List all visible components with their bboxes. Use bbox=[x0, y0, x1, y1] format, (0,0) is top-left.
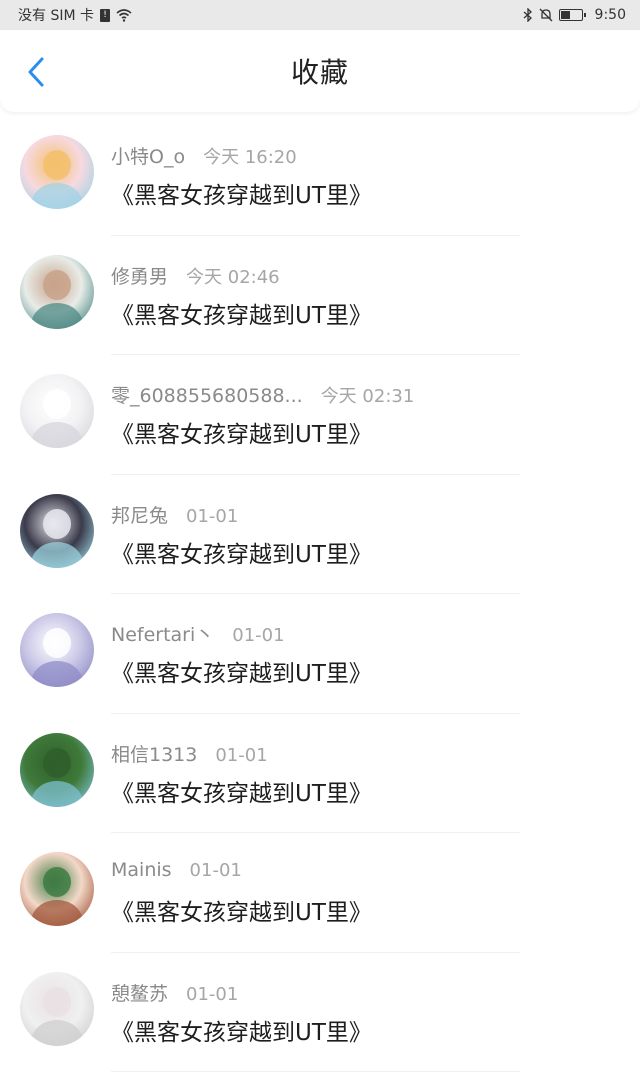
status-bar: 没有 SIM 卡 ! 9:50 bbox=[0, 0, 640, 30]
avatar[interactable] bbox=[20, 135, 94, 209]
username[interactable]: 憩鳌苏 bbox=[111, 979, 168, 1006]
list-item[interactable]: 邦尼兔 01-01 《黑客女孩穿越到UT里》 bbox=[0, 475, 640, 595]
list-item[interactable]: 零_608855680588... 今天 02:31 《黑客女孩穿越到UT里》 bbox=[0, 355, 640, 475]
list-item[interactable]: 相信1313 01-01 《黑客女孩穿越到UT里》 bbox=[0, 714, 640, 834]
username[interactable]: Mainis bbox=[111, 859, 172, 881]
avatar[interactable] bbox=[20, 852, 94, 926]
avatar[interactable] bbox=[20, 255, 94, 329]
list-item[interactable]: Nefertari丶 01-01 《黑客女孩穿越到UT里》 bbox=[0, 594, 640, 714]
timestamp: 01-01 bbox=[190, 860, 242, 881]
avatar[interactable] bbox=[20, 374, 94, 448]
avatar[interactable] bbox=[20, 733, 94, 807]
item-meta: 相信1313 01-01 bbox=[111, 740, 268, 767]
chevron-left-icon bbox=[26, 56, 46, 88]
timestamp: 今天 02:31 bbox=[321, 382, 415, 408]
status-bar-left: 没有 SIM 卡 ! bbox=[18, 5, 132, 25]
username[interactable]: 邦尼兔 bbox=[111, 501, 168, 528]
username[interactable]: 零_608855680588... bbox=[111, 381, 303, 408]
timestamp: 今天 02:46 bbox=[186, 263, 280, 289]
mute-icon bbox=[539, 8, 553, 22]
favorite-title[interactable]: 《黑客女孩穿越到UT里》 bbox=[111, 415, 372, 449]
list-item[interactable]: 憩鳌苏 01-01 《黑客女孩穿越到UT里》 bbox=[0, 953, 640, 1072]
favorite-title[interactable]: 《黑客女孩穿越到UT里》 bbox=[111, 774, 372, 808]
favorite-title[interactable]: 《黑客女孩穿越到UT里》 bbox=[111, 1013, 372, 1047]
favorite-title[interactable]: 《黑客女孩穿越到UT里》 bbox=[111, 176, 372, 210]
favorites-list: 小特O_o今天 16:20《黑客女孩穿越到UT里》修勇男今天 02:46《黑客女… bbox=[0, 116, 640, 1072]
list-item[interactable]: Mainis 01-01 《黑客女孩穿越到UT里》 bbox=[0, 833, 640, 953]
item-meta: Nefertari丶 01-01 bbox=[111, 620, 285, 647]
item-meta: 小特O_o 今天 16:20 bbox=[111, 142, 297, 169]
username[interactable]: 修勇男 bbox=[111, 262, 168, 289]
sim-alert-icon: ! bbox=[100, 9, 110, 22]
item-meta: 修勇男今天 02:46 bbox=[111, 262, 280, 289]
avatar[interactable] bbox=[20, 613, 94, 687]
clock: 9:50 bbox=[595, 7, 626, 23]
page-title: 收藏 bbox=[291, 51, 349, 91]
username[interactable]: 小特O_o bbox=[111, 142, 185, 169]
item-meta: 零_608855680588... 今天 02:31 bbox=[111, 381, 414, 408]
back-button[interactable] bbox=[16, 52, 56, 92]
nav-header: 收藏 bbox=[0, 30, 640, 112]
username[interactable]: 相信1313 bbox=[111, 740, 197, 767]
bluetooth-icon bbox=[523, 8, 533, 22]
item-meta: 憩鳌苏 01-01 bbox=[111, 979, 238, 1006]
avatar[interactable] bbox=[20, 494, 94, 568]
status-bar-right: 9:50 bbox=[523, 7, 626, 23]
wifi-icon bbox=[116, 8, 132, 22]
timestamp: 01-01 bbox=[232, 625, 284, 646]
timestamp: 01-01 bbox=[186, 984, 238, 1005]
timestamp: 01-01 bbox=[186, 506, 238, 527]
favorite-title[interactable]: 《黑客女孩穿越到UT里》 bbox=[111, 296, 372, 330]
username[interactable]: Nefertari丶 bbox=[111, 620, 214, 647]
item-meta: 邦尼兔 01-01 bbox=[111, 501, 238, 528]
timestamp: 今天 16:20 bbox=[203, 143, 297, 169]
carrier-label: 没有 SIM 卡 bbox=[18, 5, 94, 25]
favorite-title[interactable]: 《黑客女孩穿越到UT里》 bbox=[111, 654, 372, 688]
favorite-title[interactable]: 《黑客女孩穿越到UT里》 bbox=[111, 535, 372, 569]
avatar[interactable] bbox=[20, 972, 94, 1046]
favorite-title[interactable]: 《黑客女孩穿越到UT里》 bbox=[111, 893, 372, 927]
timestamp: 01-01 bbox=[215, 745, 267, 766]
list-item[interactable]: 小特O_o 今天 16:20 《黑客女孩穿越到UT里》 bbox=[0, 116, 640, 236]
list-item[interactable]: 修勇男今天 02:46 《黑客女孩穿越到UT里》 bbox=[0, 236, 640, 356]
item-meta: Mainis 01-01 bbox=[111, 859, 242, 881]
battery-icon bbox=[559, 9, 583, 21]
